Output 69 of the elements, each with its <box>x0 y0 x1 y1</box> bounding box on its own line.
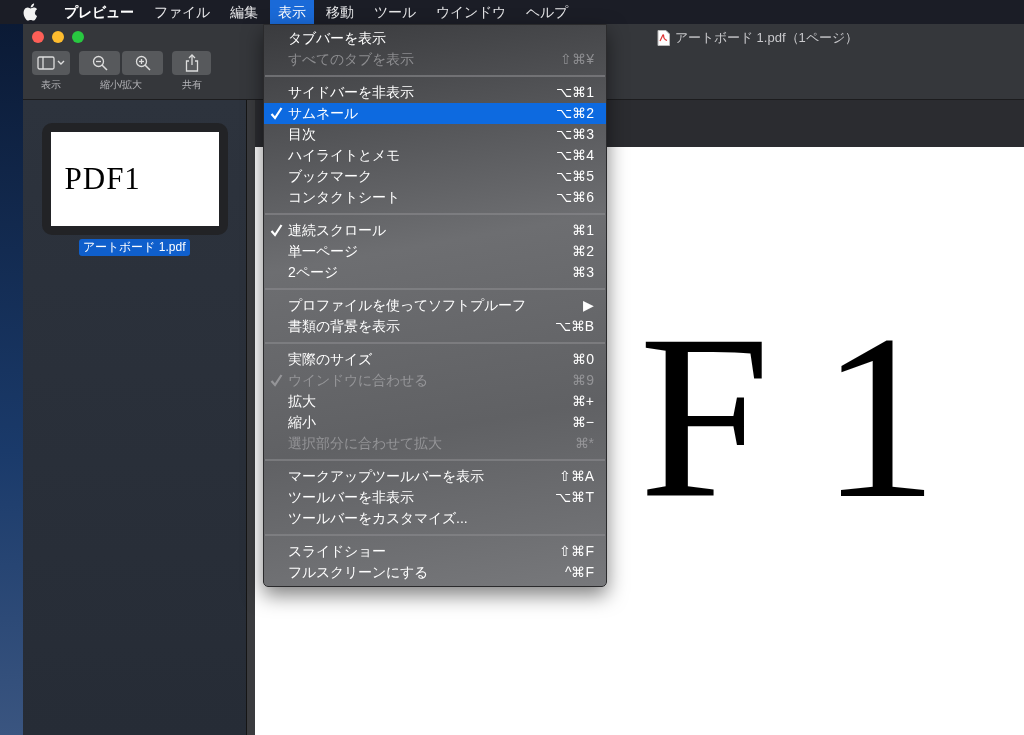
zoom-out-button[interactable] <box>79 51 120 75</box>
shortcut-text: ⌥⌘4 <box>556 146 594 165</box>
shortcut-text: ⌥⌘1 <box>556 83 594 102</box>
zoom-in-button[interactable] <box>122 51 163 75</box>
menu-item[interactable]: 連続スクロール ⌘1 <box>264 220 606 241</box>
zoom-button[interactable] <box>72 31 84 43</box>
shortcut-text: ⌥⌘3 <box>556 125 594 144</box>
pdf-file-icon <box>657 29 670 46</box>
menu-item[interactable]: ツールバーをカスタマイズ... <box>264 508 606 529</box>
shortcut-text: ⌘2 <box>572 242 594 261</box>
menu-item[interactable]: ツールバーを非表示 ⌥⌘T <box>264 487 606 508</box>
toolbar-label: 共有 <box>181 78 202 92</box>
shortcut-text: ⇧⌘F <box>559 542 594 561</box>
menu-item[interactable]: 縮小 ⌘− <box>264 412 606 433</box>
shortcut-text: ⇧⌘A <box>558 467 594 486</box>
shortcut-text: ⌥⌘6 <box>556 188 594 207</box>
menu-item[interactable]: スライドショー ⇧⌘F <box>264 541 606 562</box>
shortcut-text: ^⌘F <box>564 563 594 582</box>
minimize-button[interactable] <box>52 31 64 43</box>
zoom-in-icon <box>134 55 151 71</box>
shortcut-text: ⌥⌘5 <box>556 167 594 186</box>
menu-bar-item[interactable]: ヘルプ <box>518 0 576 24</box>
toolbar-label: 表示 <box>41 78 61 92</box>
shortcut-text: ⌥⌘2 <box>556 104 594 123</box>
zoom-out-icon <box>91 55 108 71</box>
shortcut-text: ▶ <box>583 296 594 315</box>
menu-bar-item[interactable]: ウインドウ <box>428 0 514 24</box>
menu-item[interactable]: 目次 ⌥⌘3 <box>264 124 606 145</box>
menu-item[interactable]: サムネール ⌥⌘2 <box>264 103 606 124</box>
document-text: F1 <box>639 327 990 507</box>
shortcut-text: ⌘+ <box>571 392 594 411</box>
menu-item[interactable]: 書類の背景を表示 ⌥⌘B <box>264 316 606 337</box>
menu-item[interactable]: ブックマーク ⌥⌘5 <box>264 166 606 187</box>
menu-item[interactable]: タブバーを表示 <box>264 28 606 49</box>
share-button[interactable] <box>172 51 211 75</box>
sidebar-icon <box>37 56 65 70</box>
menu-item[interactable]: マークアップツールバーを表示 ⇧⌘A <box>264 466 606 487</box>
shortcut-text: ⌘1 <box>572 221 594 240</box>
menu-item[interactable]: ハイライトとメモ ⌥⌘4 <box>264 145 606 166</box>
menu-item[interactable]: サイドバーを非表示 ⌥⌘1 <box>264 82 606 103</box>
menu-bar-item[interactable]: 表示 <box>270 0 314 24</box>
shortcut-text: ⌘3 <box>572 263 594 282</box>
menu-item[interactable]: プロファイルを使ってソフトプルーフ ▶ <box>264 295 606 316</box>
menu-item[interactable]: 2ページ ⌘3 <box>264 262 606 283</box>
shortcut-text: ⌘0 <box>572 350 594 369</box>
shortcut-text: ⌘− <box>571 413 594 432</box>
shortcut-text: ⌘* <box>574 434 594 453</box>
shortcut-text: ⌥⌘B <box>554 317 594 336</box>
toolbar-label: 縮小/拡大 <box>99 78 143 92</box>
menu-bar-item[interactable]: ツール <box>366 0 424 24</box>
menu-bar-item[interactable]: ファイル <box>146 0 218 24</box>
menu-item[interactable]: 実際のサイズ ⌘0 <box>264 349 606 370</box>
menu-item[interactable]: 拡大 ⌘+ <box>264 391 606 412</box>
menu-bar-item[interactable]: 編集 <box>222 0 266 24</box>
menu-bar-item[interactable]: 移動 <box>318 0 362 24</box>
shortcut-text: ⌥⌘T <box>555 488 594 507</box>
thumbnail-label[interactable]: アートボード 1.pdf <box>79 239 190 256</box>
window-title: アートボード 1.pdf（1ページ） <box>675 29 858 47</box>
menu-item[interactable]: 単一ページ ⌘2 <box>264 241 606 262</box>
close-button[interactable] <box>32 31 44 43</box>
menu-item[interactable]: コンタクトシート ⌥⌘6 <box>264 187 606 208</box>
menu-item[interactable]: フルスクリーンにする ^⌘F <box>264 562 606 583</box>
shortcut-text: ⇧⌘¥ <box>560 50 594 69</box>
page-thumbnail[interactable]: PDF1 <box>41 123 228 235</box>
apple-icon[interactable] <box>22 3 38 21</box>
menu-bar-item[interactable]: プレビュー <box>56 0 142 24</box>
thumbnail-text: PDF1 <box>64 159 141 198</box>
sidebar-button[interactable] <box>32 51 70 75</box>
share-icon <box>184 54 199 72</box>
